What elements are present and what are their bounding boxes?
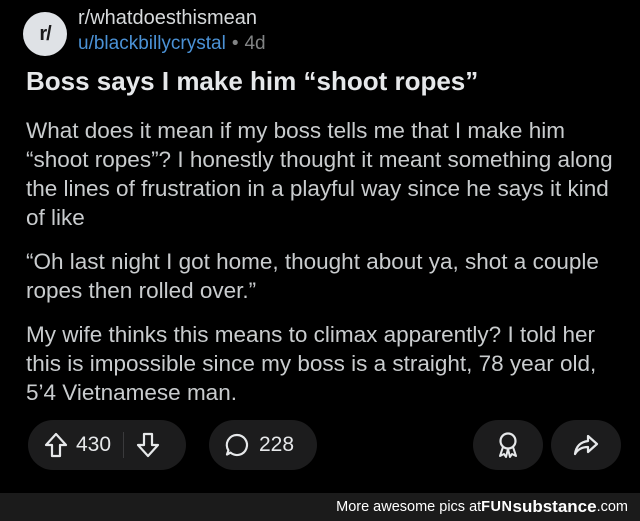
comment-icon-wrap	[224, 432, 250, 458]
upvote-arrow-icon	[44, 432, 68, 458]
subreddit-name[interactable]: r/whatdoesthismean	[78, 7, 257, 30]
vote-bar: 430	[28, 420, 186, 470]
vote-divider	[123, 432, 125, 458]
body-paragraph: “Oh last night I got home, thought about…	[26, 249, 599, 303]
downvote-arrow-icon	[136, 432, 160, 458]
post-age: 4d	[244, 33, 266, 54]
body-paragraph: What does it mean if my boss tells me th…	[26, 118, 613, 230]
comment-bubble-icon	[225, 433, 249, 457]
vote-score: 430	[76, 433, 112, 456]
meta-separator: •	[231, 33, 239, 54]
author-username[interactable]: u/blackbillycrystal	[78, 33, 226, 54]
post-meta: u/blackbillycrystal • 4d	[78, 33, 266, 55]
downvote-button[interactable]	[136, 432, 160, 458]
subreddit-avatar-label: r/	[39, 22, 51, 45]
brand-com: .com	[596, 499, 628, 515]
watermark-footer: More awesome pics at FUN substance .com	[0, 493, 640, 521]
subreddit-avatar[interactable]: r/	[23, 12, 67, 56]
comments-button[interactable]: 228	[209, 420, 317, 470]
award-button[interactable]	[473, 420, 543, 470]
reddit-post: r/ r/whatdoesthismean u/blackbillycrysta…	[0, 0, 640, 493]
brand-fun: FUN	[481, 499, 513, 515]
share-icon	[573, 434, 599, 456]
award-icon	[499, 432, 517, 458]
post-title: Boss says I make him “shoot ropes”	[26, 66, 479, 96]
post-body: What does it mean if my boss tells me th…	[26, 116, 616, 422]
comment-count: 228	[259, 433, 295, 456]
footer-text: More awesome pics at	[336, 499, 482, 515]
upvote-button[interactable]	[44, 432, 68, 458]
brand-substance: substance	[512, 497, 597, 516]
body-paragraph: My wife thinks this means to climax appa…	[26, 322, 597, 405]
share-button[interactable]	[551, 420, 621, 470]
